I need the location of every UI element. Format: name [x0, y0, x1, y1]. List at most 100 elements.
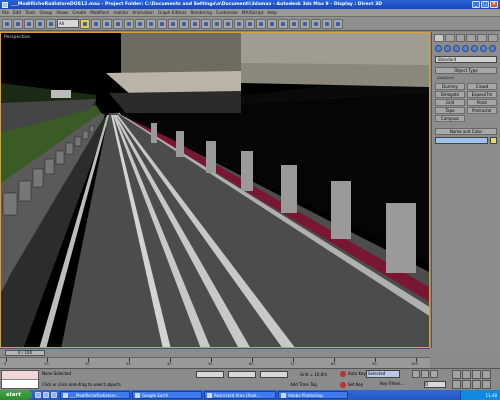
- zoom-icon[interactable]: [452, 370, 461, 379]
- selection-filter-dropdown[interactable]: All: [57, 19, 79, 28]
- grid-button[interactable]: Grid: [435, 99, 465, 106]
- menu-rendering[interactable]: Rendering: [191, 10, 212, 15]
- quick-launch-icon[interactable]: [51, 392, 57, 398]
- y-coordinate-field[interactable]: [228, 371, 256, 378]
- app-icon[interactable]: [2, 1, 8, 8]
- reference-coordinate-icon[interactable]: [157, 18, 167, 29]
- select-by-name-icon[interactable]: [91, 18, 101, 29]
- set-key-button[interactable]: Set Key: [348, 382, 363, 387]
- mirror-icon[interactable]: [245, 18, 255, 29]
- taskbar-item-photoshop[interactable]: Adobe Photoshop: [278, 391, 348, 399]
- utilities-tab[interactable]: [488, 34, 498, 42]
- maximize-button[interactable]: □: [481, 1, 489, 8]
- quick-launch-icon[interactable]: [43, 392, 49, 398]
- x-coordinate-field[interactable]: [196, 371, 224, 378]
- schematic-view-icon[interactable]: [289, 18, 299, 29]
- hierarchy-tab[interactable]: [455, 34, 466, 42]
- bind-space-warp-icon[interactable]: [46, 18, 56, 29]
- time-slider[interactable]: 0 / 100: [0, 348, 430, 357]
- category-dropdown[interactable]: Standard: [435, 56, 497, 63]
- spinner-snap-icon[interactable]: [223, 18, 233, 29]
- named-selection-icon[interactable]: [234, 18, 244, 29]
- name-and-color-rollout[interactable]: Name and Color: [435, 128, 497, 135]
- systems-icon[interactable]: [489, 45, 496, 52]
- taskbar-item-google-earth[interactable]: Google Earth: [132, 391, 202, 399]
- layer-manager-icon[interactable]: [267, 18, 277, 29]
- angle-snap-icon[interactable]: [201, 18, 211, 29]
- go-to-end-icon[interactable]: [430, 370, 438, 378]
- link-icon[interactable]: [24, 18, 34, 29]
- perspective-viewport[interactable]: Perspective: [0, 32, 430, 348]
- percent-snap-icon[interactable]: [212, 18, 222, 29]
- current-frame-field[interactable]: 0: [424, 381, 446, 388]
- render-setup-icon[interactable]: [311, 18, 321, 29]
- rectangular-selection-icon[interactable]: [102, 18, 112, 29]
- time-slider-thumb[interactable]: 0 / 100: [5, 350, 45, 356]
- key-filters-button[interactable]: Key Filters...: [380, 381, 404, 386]
- menu-file[interactable]: File: [2, 10, 9, 15]
- menu-tools[interactable]: Tools: [25, 10, 35, 15]
- cameras-icon[interactable]: [462, 45, 469, 52]
- shapes-icon[interactable]: [444, 45, 451, 52]
- zoom-extents-all-icon[interactable]: [482, 370, 491, 379]
- redo-icon[interactable]: [13, 18, 23, 29]
- helpers-icon[interactable]: [471, 45, 478, 52]
- object-type-rollout[interactable]: Object Type: [435, 67, 497, 74]
- object-name-field[interactable]: [435, 137, 488, 144]
- rotate-icon[interactable]: [135, 18, 145, 29]
- zoom-extents-icon[interactable]: [472, 370, 481, 379]
- material-editor-icon[interactable]: [300, 18, 310, 29]
- set-key-icon[interactable]: [340, 382, 346, 388]
- pan-icon[interactable]: [462, 380, 471, 389]
- move-icon[interactable]: [124, 18, 134, 29]
- add-time-tag[interactable]: Add Time Tag: [290, 382, 317, 387]
- maximize-viewport-icon[interactable]: [482, 380, 491, 389]
- menu-create[interactable]: Create: [72, 10, 86, 15]
- delegate-button[interactable]: Delegate: [435, 91, 465, 98]
- menu-animation[interactable]: Animation: [132, 10, 153, 15]
- track-bar[interactable]: 0 10 20 30 40 50 60 70 80 90 100: [0, 357, 430, 368]
- create-tab[interactable]: [434, 34, 444, 42]
- menu-maxscript[interactable]: MAXScript: [242, 10, 264, 15]
- menu-edit[interactable]: Edit: [13, 10, 21, 15]
- object-color-swatch[interactable]: [490, 137, 497, 144]
- taskbar-item-3dsmax[interactable]: ___ModifiicheRadiatore...: [60, 391, 130, 399]
- menu-reactor[interactable]: reactor: [113, 10, 128, 15]
- menu-views[interactable]: Views: [56, 10, 68, 15]
- close-button[interactable]: ×: [490, 1, 498, 8]
- display-tab[interactable]: [477, 34, 488, 42]
- tape-button[interactable]: Tape: [435, 107, 465, 114]
- window-crossing-icon[interactable]: [113, 18, 123, 29]
- key-mode-icon[interactable]: [340, 371, 346, 377]
- motion-tab[interactable]: [466, 34, 477, 42]
- manipulate-icon[interactable]: [179, 18, 189, 29]
- viewport-label[interactable]: Perspective: [4, 35, 30, 40]
- protractor-button[interactable]: Protractor: [467, 107, 497, 114]
- start-button[interactable]: start: [0, 390, 32, 400]
- align-icon[interactable]: [256, 18, 266, 29]
- unlink-icon[interactable]: [35, 18, 45, 29]
- menu-group[interactable]: Group: [39, 10, 52, 15]
- dummy-button[interactable]: Dummy: [435, 83, 465, 90]
- go-to-start-icon[interactable]: [412, 370, 420, 378]
- autogrid-checkbox[interactable]: AutoGrid: [432, 74, 500, 81]
- space-warps-icon[interactable]: [480, 45, 487, 52]
- arc-rotate-icon[interactable]: [472, 380, 481, 389]
- exposetm-button[interactable]: ExposeTm: [467, 91, 497, 98]
- curve-editor-icon[interactable]: [278, 18, 288, 29]
- compass-button[interactable]: Compass: [435, 115, 465, 122]
- minimize-button[interactable]: _: [472, 1, 480, 8]
- render-frame-icon[interactable]: [322, 18, 332, 29]
- maxscript-listener[interactable]: [1, 370, 39, 389]
- menu-help[interactable]: Help: [267, 10, 277, 15]
- select-object-icon[interactable]: [80, 18, 90, 29]
- quick-launch-icon[interactable]: [35, 392, 41, 398]
- pivot-center-icon[interactable]: [168, 18, 178, 29]
- snap-toggle-icon[interactable]: [190, 18, 200, 29]
- clock[interactable]: 11.48: [486, 393, 497, 398]
- field-of-view-icon[interactable]: [452, 380, 461, 389]
- z-coordinate-field[interactable]: [260, 371, 288, 378]
- undo-icon[interactable]: [2, 18, 12, 29]
- lights-icon[interactable]: [453, 45, 460, 52]
- menu-modifiers[interactable]: Modifiers: [90, 10, 109, 15]
